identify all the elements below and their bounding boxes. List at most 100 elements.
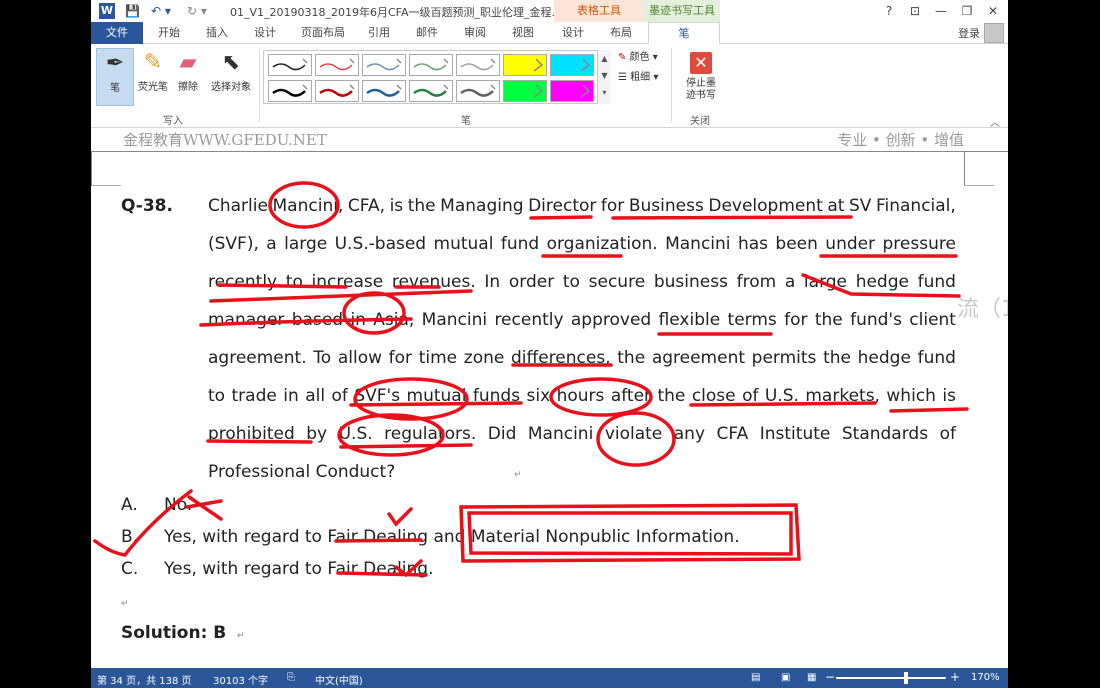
language[interactable]: 中文(中国) [315,672,363,687]
pen-swatch[interactable] [268,54,312,76]
maximize-button[interactable]: ❐ [954,2,980,20]
pen-swatch[interactable] [550,54,594,76]
zoom-out-button[interactable]: − [825,670,835,684]
pen-swatch[interactable] [503,54,547,76]
group-separator [259,48,260,122]
highlighter-icon: ✎ [143,50,163,75]
tab-review[interactable]: 审阅 [455,22,495,44]
ink-circle [268,181,340,229]
status-bar: 第 34 页，共 138 页 30103 个字 ⎘ 中文(中国) ▤ ▣ ▦ −… [91,668,1008,688]
document-title: 01_V1_20190318_2019年6月CFA一级百题预测_职业伦理_金程.… [230,6,563,19]
page-count[interactable]: 第 34 页，共 138 页 [97,672,192,687]
context-tab-table-tools: 表格工具 [554,0,644,22]
word-count[interactable]: 30103 个字 [213,672,268,687]
zoom-level[interactable]: 170% [971,672,1000,683]
tab-page-layout[interactable]: 页面布局 [293,22,353,44]
ink-check [387,507,413,527]
group-label-pens: 笔 [461,116,471,127]
tab-table-design[interactable]: 设计 [553,22,593,44]
word-app-icon[interactable]: W [99,3,115,19]
undo-icon[interactable]: ↶ ▾ [151,3,171,19]
group-label-close: 关闭 [690,116,710,127]
pen-swatch[interactable] [456,80,500,102]
pen-swatch[interactable] [409,80,453,102]
title-bar: W 💾 ↶ ▾ ↻ ▾ 01_V1_20190318_2019年6月CFA一级百… [91,0,1008,22]
proofing-icon[interactable]: ⎘ [287,672,295,683]
pen-color-icon: ✎ [618,52,627,63]
ink-circle [337,413,445,457]
pen-swatch[interactable] [268,80,312,102]
ink-circle [342,291,406,335]
thickness-icon: ☰ [618,72,627,83]
tab-file[interactable]: 文件 [91,22,143,44]
ink-underline [349,401,969,413]
pen-color-dropdown[interactable]: ✎ 颜色 ▾ [618,50,658,66]
user-avatar[interactable] [984,23,1004,43]
highlighter-button-label: 荧光笔 [138,82,168,93]
ink-circle [596,411,676,467]
cursor-arrow-icon: ⬉ [221,50,241,75]
ink-underline [217,283,441,289]
tab-pen[interactable]: 笔 [648,22,720,44]
sign-in-link[interactable]: 登录 [958,25,980,41]
eraser-button[interactable]: ▰ 擦除 [173,48,203,106]
ink-underline [334,538,423,543]
zoom-slider[interactable] [836,677,946,679]
ink-underline [801,273,961,298]
ink-annotations [93,181,969,578]
tab-mailings[interactable]: 邮件 [407,22,447,44]
pen-swatch[interactable] [315,80,359,102]
pen-swatch[interactable] [456,54,500,76]
highlighter-button[interactable]: ✎ 荧光笔 [135,48,171,106]
ink-underline [529,215,853,220]
pen-swatch[interactable] [315,54,359,76]
close-button[interactable]: ✕ [980,2,1006,20]
pen-icon: ✒ [105,51,125,76]
word-window: W 💾 ↶ ▾ ↻ ▾ 01_V1_20190318_2019年6月CFA一级百… [91,0,1008,688]
print-layout-icon[interactable]: ▣ [781,672,790,683]
ribbon-tabs: 文件 开始 插入 设计 页面布局 引用 邮件 审阅 视图 设计 布局 笔 登录 [91,22,1008,44]
ink-underline [336,571,428,577]
read-mode-icon[interactable]: ▤ [751,672,760,683]
tab-design[interactable]: 设计 [245,22,285,44]
ink-circle [353,377,469,421]
pen-swatch[interactable] [550,80,594,102]
tab-home[interactable]: 开始 [149,22,189,44]
group-label-write: 写入 [163,116,183,127]
tab-insert[interactable]: 插入 [197,22,237,44]
pen-thickness-dropdown[interactable]: ☰ 粗细 ▾ [618,70,658,86]
group-separator [671,48,672,122]
stop-icon: ✕ [690,52,712,74]
minimize-button[interactable]: — [928,2,954,20]
pen-thickness-label: 粗细 [630,72,651,83]
document-page[interactable]: 金程教育WWW.GFEDU.NET 专业 • 创新 • 增值 Q-38. Cha… [91,129,1008,668]
pen-button-label: 笔 [110,83,120,94]
zoom-in-button[interactable]: + [950,670,960,684]
pen-button[interactable]: ✒ 笔 [96,48,134,106]
pen-swatch[interactable] [362,54,406,76]
tab-view[interactable]: 视图 [503,22,543,44]
select-objects-label: 选择对象 [211,82,251,93]
gallery-scroll[interactable]: ▲ ▼ ▾ [597,50,611,104]
web-layout-icon[interactable]: ▦ [807,672,816,683]
ink-cross [185,495,223,521]
ribbon-display-button[interactable]: ⊡ [902,2,928,20]
help-button[interactable]: ? [876,2,902,20]
tab-references[interactable]: 引用 [359,22,399,44]
tab-table-layout[interactable]: 布局 [601,22,641,44]
collapse-ribbon-icon[interactable]: ︿ [990,114,1000,129]
select-objects-button[interactable]: ⬉ 选择对象 [207,48,255,106]
zoom-slider-thumb[interactable] [904,672,908,684]
pen-swatch[interactable] [503,80,547,102]
pen-swatch[interactable] [409,54,453,76]
ink-check [93,489,193,557]
pen-swatch[interactable] [362,80,406,102]
save-icon[interactable]: 💾 [125,3,140,19]
stop-inking-button[interactable]: ✕ 停止墨迹书写 [677,48,725,106]
ink-box [459,503,801,563]
ribbon-pen: ✒ 笔 ✎ 荧光笔 ▰ 擦除 ⬉ 选择对象 写入 ▲ ▼ ▾ 笔 ✎ 颜色 ▾ ☰ … [91,44,1008,129]
redo-icon[interactable]: ↻ ▾ [187,3,207,19]
eraser-icon: ▰ [179,50,197,75]
stop-inking-label: 停止墨迹书写 [686,78,716,101]
ink-underline [199,289,473,327]
